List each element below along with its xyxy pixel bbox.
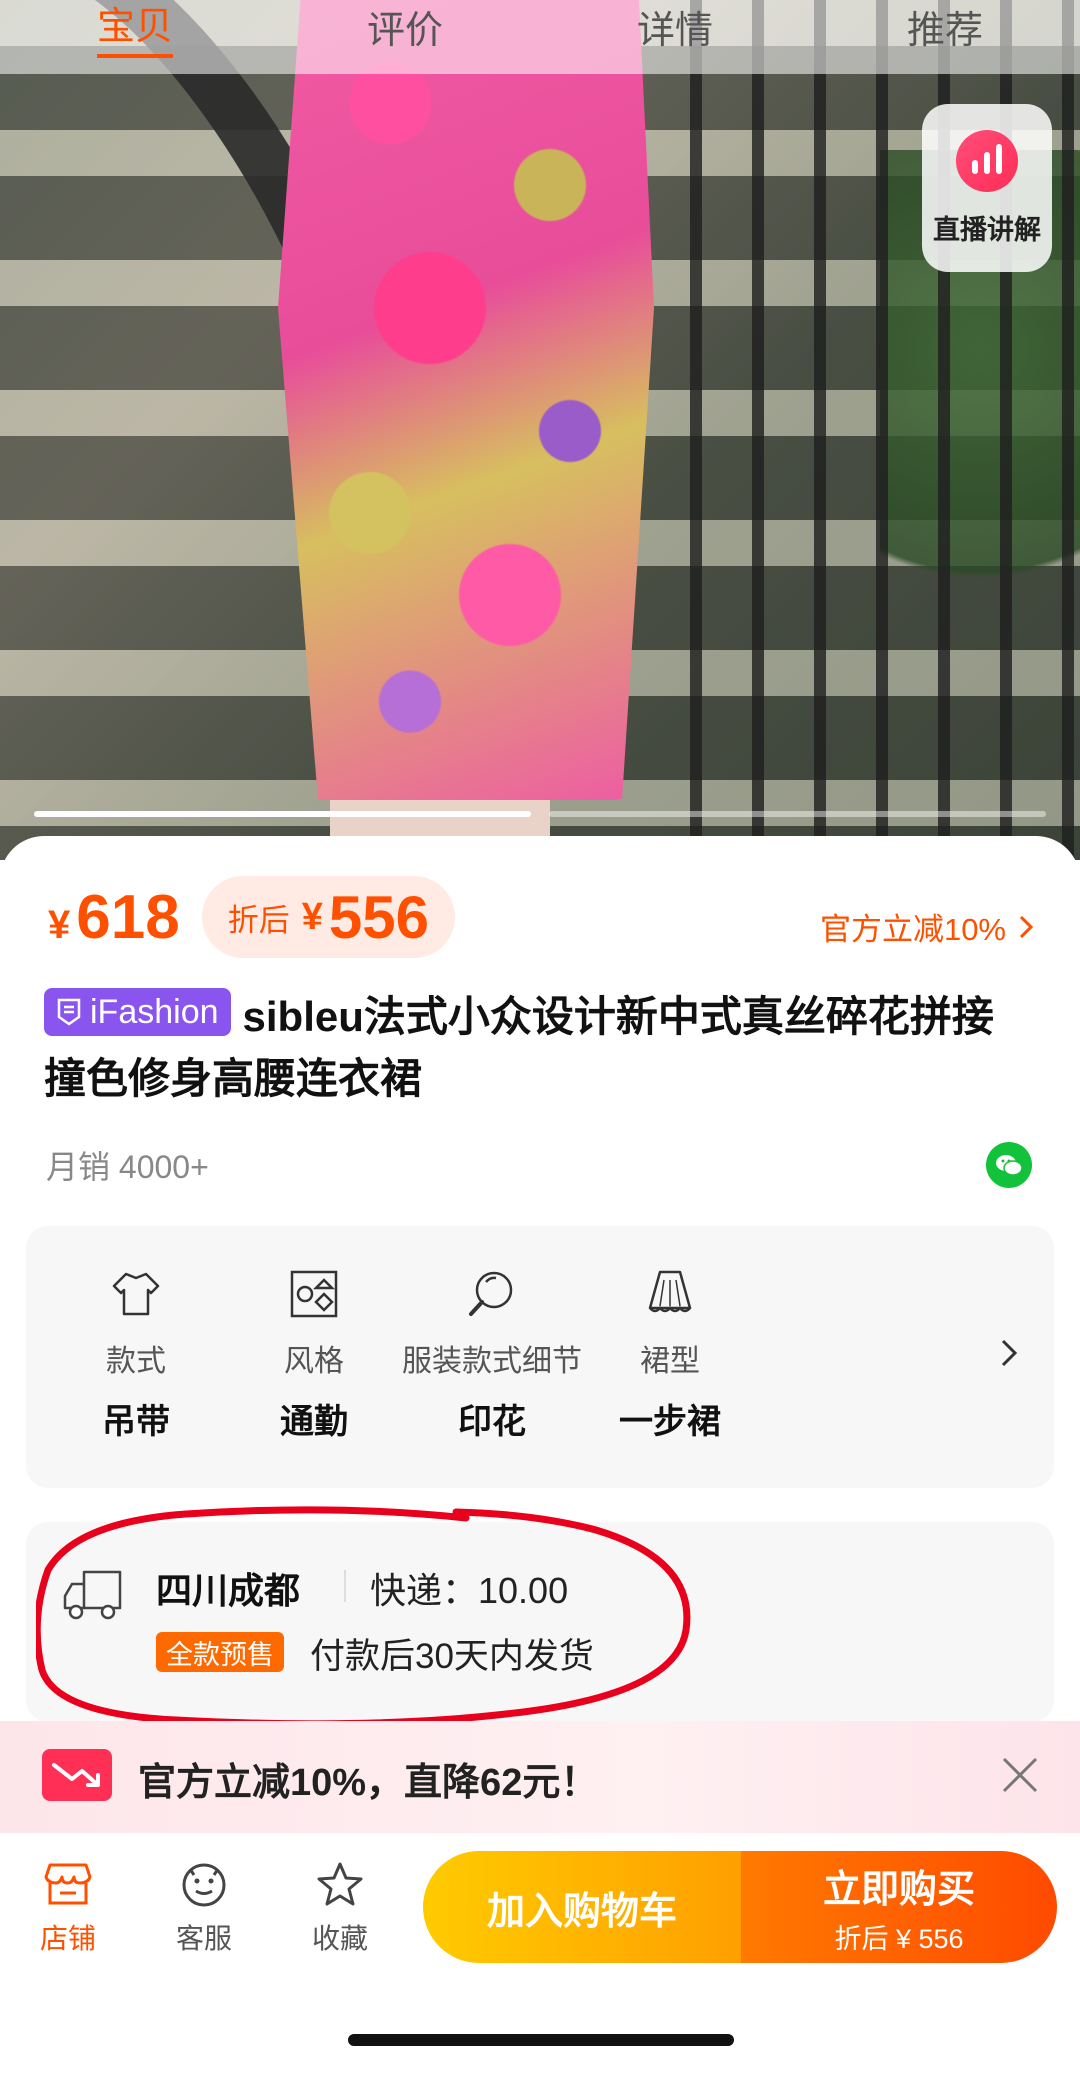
attribute-key: 款式 (106, 1345, 166, 1378)
add-to-cart-button[interactable]: 加入购物车 (423, 1851, 741, 1963)
floral-dress (278, 0, 654, 800)
after-discount-pill: 折后 ¥ 556 (201, 876, 455, 958)
tab-recommend[interactable]: 推荐 (907, 0, 983, 54)
chevron-right-icon (1019, 915, 1034, 938)
buy-now-label: 立即购买 (822, 1869, 975, 1911)
discount-banner[interactable]: 官方立减10%，直降62元！ (0, 1721, 1080, 1833)
customer-service-icon (182, 1863, 226, 1907)
chevron-right-icon[interactable] (1000, 1338, 1018, 1368)
attribute-item: 裙型 一步裙 (560, 1266, 780, 1443)
after-discount-label: 折后 (227, 902, 290, 938)
live-chart-icon (956, 130, 1018, 192)
ifashion-badge: iFashion (44, 988, 231, 1036)
gallery-progress-inactive (549, 811, 1046, 817)
currency-symbol: ¥ (301, 895, 323, 938)
attribute-key: 风格 (284, 1345, 344, 1378)
attribute-panel[interactable]: 款式 吊带 风格 通勤 服装款式细节 印花 裙型 一步裙 (26, 1226, 1054, 1488)
original-price-value: 618 (76, 882, 180, 952)
star-icon (317, 1862, 363, 1906)
attribute-value: 一步裙 (619, 1403, 721, 1441)
tab-reviews[interactable]: 评价 (367, 0, 443, 54)
product-image[interactable] (0, 0, 1080, 860)
customer-service-button[interactable]: 客服 (154, 1861, 254, 1957)
buy-now-price: 折后 ¥ 556 (834, 1924, 964, 1954)
wechat-share-icon[interactable] (986, 1142, 1032, 1188)
gallery-progress-active (34, 811, 531, 817)
discount-banner-text: 官方立减10%，直降62元！ (138, 1762, 599, 1804)
live-explain-label: 直播讲解 (933, 215, 1041, 245)
buy-now-button[interactable]: 立即购买 折后 ¥ 556 (741, 1851, 1057, 1963)
live-explain-button[interactable]: 直播讲解 (922, 104, 1052, 272)
close-icon[interactable] (1000, 1755, 1040, 1795)
official-discount-link[interactable]: 官方立减10% (820, 904, 1034, 949)
price-row: ¥ 618 折后 ¥ 556 (48, 876, 455, 958)
store-label: 店铺 (39, 1923, 96, 1954)
top-tab-bar: 宝贝 评价 详情 推荐 (0, 0, 1080, 74)
after-discount-value: 556 (328, 883, 429, 951)
home-indicator[interactable] (348, 2034, 734, 2046)
attribute-key: 服装款式细节 (402, 1345, 582, 1378)
attribute-value: 吊带 (102, 1403, 170, 1441)
favorite-label: 收藏 (311, 1923, 368, 1954)
product-title-block: iFashion sibleu法式小众设计新中式真丝碎花拼接撞色修身高腰连衣裙 (44, 986, 1034, 1110)
price-drop-icon (42, 1749, 112, 1801)
ifashion-logo-icon (57, 998, 81, 1026)
tab-details[interactable]: 详情 (637, 0, 713, 54)
attribute-value: 通勤 (280, 1403, 348, 1441)
customer-service-label: 客服 (175, 1923, 232, 1954)
magnifier-icon (469, 1271, 513, 1316)
top-garment-icon (112, 1272, 160, 1316)
currency-symbol: ¥ (48, 902, 71, 947)
original-price: ¥ 618 (48, 882, 180, 953)
annotation-circle (36, 1506, 691, 1728)
official-discount-label: 官方立减10% (819, 912, 1006, 947)
attribute-key: 裙型 (640, 1345, 700, 1378)
tab-baobei[interactable]: 宝贝 (96, 0, 173, 58)
favorite-button[interactable]: 收藏 (290, 1861, 390, 1957)
store-button[interactable]: 店铺 (18, 1861, 118, 1957)
store-icon (44, 1863, 92, 1905)
monthly-sales: 月销 4000+ (46, 1149, 209, 1185)
attribute-value: 印花 (458, 1403, 526, 1441)
style-shapes-icon (290, 1270, 338, 1318)
ifashion-badge-label: iFashion (90, 993, 219, 1031)
skirt-icon (648, 1270, 692, 1313)
